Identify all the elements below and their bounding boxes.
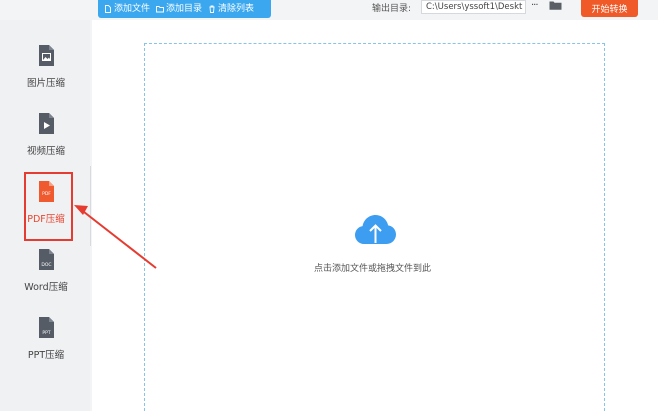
add-file-label: 添加文件 (114, 3, 151, 14)
open-folder-icon[interactable] (549, 0, 562, 10)
image-file-icon (38, 45, 54, 66)
add-file-button[interactable]: 添加文件 (104, 3, 151, 14)
video-file-icon (38, 113, 54, 134)
start-convert-button[interactable]: 开始转换 (581, 0, 638, 17)
file-actions-group: 添加文件 添加目录 清除列表 (98, 0, 271, 18)
sidebar-item-word-compress[interactable]: DOC Word压缩 (5, 240, 87, 306)
sidebar-item-ppt-compress[interactable]: PPT PPT压缩 (5, 308, 87, 374)
active-item-highlight (24, 172, 73, 241)
sidebar-divider (90, 166, 91, 246)
ppt-file-icon: PPT (38, 317, 54, 338)
cloud-upload-icon[interactable] (354, 210, 397, 250)
sidebar-item-video-compress[interactable]: 视频压缩 (5, 104, 87, 170)
doc-icon-text: DOC (41, 262, 51, 268)
clear-list-button[interactable]: 清除列表 (208, 3, 255, 14)
add-folder-label: 添加目录 (166, 3, 203, 14)
file-icon (105, 5, 111, 13)
sidebar-item-label: Word压缩 (24, 282, 68, 293)
folder-icon (156, 6, 164, 13)
toolbar: 添加文件 添加目录 清除列表 输出目录: C:\Users\yssoft1\De… (0, 0, 658, 22)
more-options-icon[interactable]: ··· (531, 0, 538, 11)
ppt-icon-text: PPT (42, 330, 50, 336)
sidebar-item-label: PPT压缩 (27, 350, 65, 361)
trash-icon (209, 5, 215, 13)
output-path-input[interactable]: C:\Users\yssoft1\Deskt (421, 0, 526, 14)
clear-list-label: 清除列表 (218, 3, 255, 14)
output-dir-label: 输出目录: (372, 4, 412, 14)
drop-hint-text: 点击添加文件或拖拽文件到此 (314, 264, 432, 274)
add-folder-button[interactable]: 添加目录 (156, 3, 203, 14)
sidebar-item-label: 图片压缩 (26, 78, 65, 89)
sidebar-item-image-compress[interactable]: 图片压缩 (5, 36, 87, 102)
word-file-icon: DOC (38, 249, 54, 270)
sidebar-item-label: 视频压缩 (26, 146, 65, 157)
